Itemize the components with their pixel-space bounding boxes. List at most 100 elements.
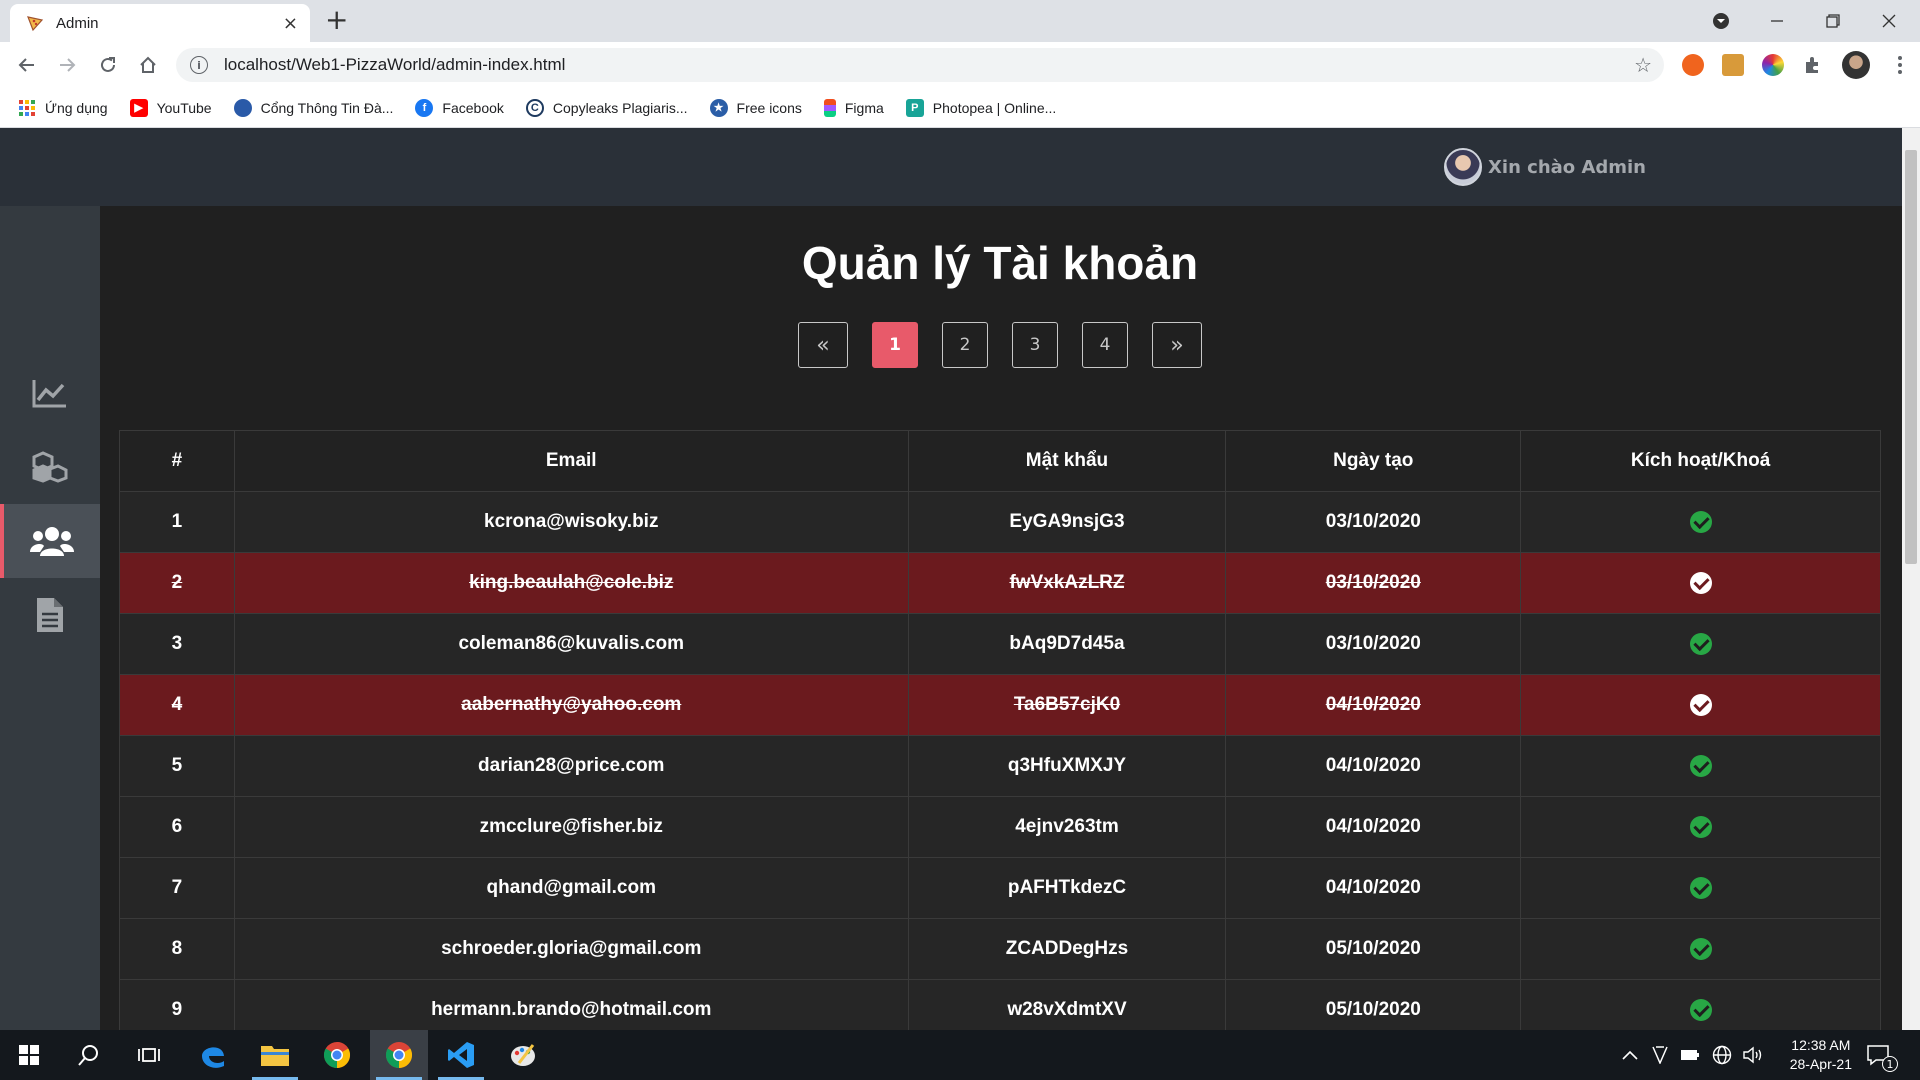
task-view-icon[interactable] xyxy=(120,1030,178,1080)
cell-created: 04/10/2020 xyxy=(1225,735,1522,797)
system-clock[interactable]: 12:38 AM 28-Apr-21 xyxy=(1790,1036,1852,1074)
minimize-icon[interactable] xyxy=(1770,0,1784,42)
cell-email: king.beaulah@cole.biz xyxy=(233,552,909,614)
portal-icon xyxy=(233,98,252,117)
extension-color-icon[interactable] xyxy=(1762,54,1784,76)
url-text[interactable]: localhost/Web1-PizzaWorld/admin-index.ht… xyxy=(224,55,1634,75)
bookmark-label: Cổng Thông Tin Đà... xyxy=(260,99,394,116)
column-header-password: Mật khẩu xyxy=(907,430,1227,492)
vscode-icon[interactable] xyxy=(432,1030,490,1080)
lock-toggle-check-icon[interactable] xyxy=(1689,876,1712,899)
avatar[interactable] xyxy=(1444,148,1483,186)
table-row: 1 kcrona@wisoky.biz EyGA9nsjG3 03/10/2020 xyxy=(119,491,1881,553)
back-icon[interactable] xyxy=(13,51,41,79)
page-button-3[interactable]: 3 xyxy=(1012,322,1058,368)
bookmark-facebook[interactable]: f Facebook xyxy=(415,98,504,117)
bookmark-photopea[interactable]: P Photopea | Online... xyxy=(905,98,1056,117)
main-content: Quản lý Tài khoản « 1 2 3 4 » # Email Mậ… xyxy=(100,206,1902,1030)
restore-icon[interactable] xyxy=(1826,0,1840,42)
cell-password: bAq9D7d45a xyxy=(907,613,1227,675)
app-viewport: Xin chào Admin Quản lý Tài khoản « 1 2 3… xyxy=(0,128,1902,1030)
extension-hammer-icon[interactable] xyxy=(1722,54,1744,76)
new-tab-button[interactable]: + xyxy=(325,6,348,34)
apps-grid-icon xyxy=(18,99,36,117)
bookmark-apps[interactable]: Ứng dụng xyxy=(18,99,108,117)
page-button-4[interactable]: 4 xyxy=(1082,322,1128,368)
bookmark-copyleaks[interactable]: C Copyleaks Plagiaris... xyxy=(525,98,688,117)
column-header-created: Ngày tạo xyxy=(1225,430,1522,492)
chrome-active-icon[interactable] xyxy=(370,1030,428,1080)
bookmark-portal[interactable]: Cổng Thông Tin Đà... xyxy=(233,98,394,117)
cell-password: Ta6B57cjK0 xyxy=(907,674,1227,736)
profile-dropdown-icon[interactable] xyxy=(1712,0,1730,42)
unlock-toggle-check-icon[interactable] xyxy=(1689,693,1712,716)
home-icon[interactable] xyxy=(134,51,162,79)
user-greeting[interactable]: Xin chào Admin xyxy=(1444,148,1646,186)
table-row: 4 aabernathy@yahoo.com Ta6B57cjK0 04/10/202… xyxy=(119,674,1881,736)
table-row: 6 zmcclure@fisher.biz 4ejnv263tm 04/10/2020 xyxy=(119,796,1881,858)
profile-avatar-icon[interactable] xyxy=(1842,51,1870,79)
table-row: 2 king.beaulah@cole.biz fwVxkAzLRZ 03/10/20… xyxy=(119,552,1881,614)
extension-fire-icon[interactable] xyxy=(1682,54,1704,76)
notification-center-icon[interactable]: 1 xyxy=(1866,1030,1898,1080)
sidebar-item-orders[interactable] xyxy=(0,578,100,652)
page-button-1[interactable]: 1 xyxy=(872,322,918,368)
edge-icon[interactable] xyxy=(184,1030,242,1080)
forward-icon[interactable] xyxy=(53,51,81,79)
clock-date: 28-Apr-21 xyxy=(1789,1056,1852,1072)
browser-tabstrip: Admin × + xyxy=(0,0,1920,42)
cell-id: 2 xyxy=(119,552,235,614)
address-bar[interactable]: i localhost/Web1-PizzaWorld/admin-index.… xyxy=(176,48,1664,82)
tab-title: Admin xyxy=(56,14,99,32)
cell-status xyxy=(1520,918,1881,980)
admin-sidebar xyxy=(0,206,100,1030)
lock-toggle-check-icon[interactable] xyxy=(1689,815,1712,838)
page-button-2[interactable]: 2 xyxy=(942,322,988,368)
browser-tab[interactable]: Admin × xyxy=(10,4,310,42)
copyleaks-icon: C xyxy=(525,98,544,117)
search-icon[interactable] xyxy=(60,1030,118,1080)
battery-icon[interactable] xyxy=(1680,1030,1700,1080)
cell-email: zmcclure@fisher.biz xyxy=(233,796,909,858)
bookmark-figma[interactable]: Figma xyxy=(823,98,884,117)
volume-icon[interactable] xyxy=(1742,1030,1764,1080)
cell-created: 04/10/2020 xyxy=(1225,796,1522,858)
page-scrollbar[interactable] xyxy=(1902,128,1920,1030)
sidebar-item-users[interactable] xyxy=(0,504,100,578)
cell-created: 03/10/2020 xyxy=(1225,491,1522,553)
figma-icon xyxy=(823,98,836,117)
lock-toggle-check-icon[interactable] xyxy=(1689,510,1712,533)
close-window-icon[interactable] xyxy=(1882,0,1896,42)
reload-icon[interactable] xyxy=(94,51,122,79)
cell-email: aabernathy@yahoo.com xyxy=(233,674,909,736)
scrollbar-thumb[interactable] xyxy=(1905,150,1917,564)
menu-kebab-icon[interactable] xyxy=(1886,51,1914,79)
bookmark-label: Ứng dụng xyxy=(45,99,108,116)
lock-toggle-check-icon[interactable] xyxy=(1689,998,1712,1021)
extensions-puzzle-icon[interactable] xyxy=(1802,54,1824,76)
network-globe-icon[interactable] xyxy=(1712,1030,1732,1080)
cell-password: EyGA9nsjG3 xyxy=(907,491,1227,553)
bookmark-youtube[interactable]: ▶ YouTube xyxy=(129,98,212,117)
cell-status xyxy=(1520,735,1881,797)
windows-taskbar: 12:38 AM 28-Apr-21 1 xyxy=(0,1030,1920,1080)
tray-chevron-icon[interactable] xyxy=(1622,1030,1638,1080)
paint-icon[interactable] xyxy=(494,1030,552,1080)
sidebar-item-products[interactable] xyxy=(0,430,100,504)
file-explorer-icon[interactable] xyxy=(246,1030,304,1080)
lock-toggle-check-icon[interactable] xyxy=(1689,632,1712,655)
bookmark-star-icon[interactable]: ☆ xyxy=(1634,53,1652,77)
lock-toggle-check-icon[interactable] xyxy=(1689,937,1712,960)
chrome-icon[interactable] xyxy=(308,1030,366,1080)
start-windows-icon[interactable] xyxy=(0,1030,58,1080)
vpn-icon[interactable] xyxy=(1652,1030,1668,1080)
cell-status xyxy=(1520,979,1881,1030)
tab-close-icon[interactable]: × xyxy=(283,13,298,34)
pagination-prev-button[interactable]: « xyxy=(798,322,848,368)
site-info-icon[interactable]: i xyxy=(190,56,208,74)
lock-toggle-check-icon[interactable] xyxy=(1689,754,1712,777)
bookmark-free-icons[interactable]: ★ Free icons xyxy=(709,98,802,117)
unlock-toggle-check-icon[interactable] xyxy=(1689,571,1712,594)
sidebar-item-statistics[interactable] xyxy=(0,356,100,430)
pagination-next-button[interactable]: » xyxy=(1152,322,1202,368)
